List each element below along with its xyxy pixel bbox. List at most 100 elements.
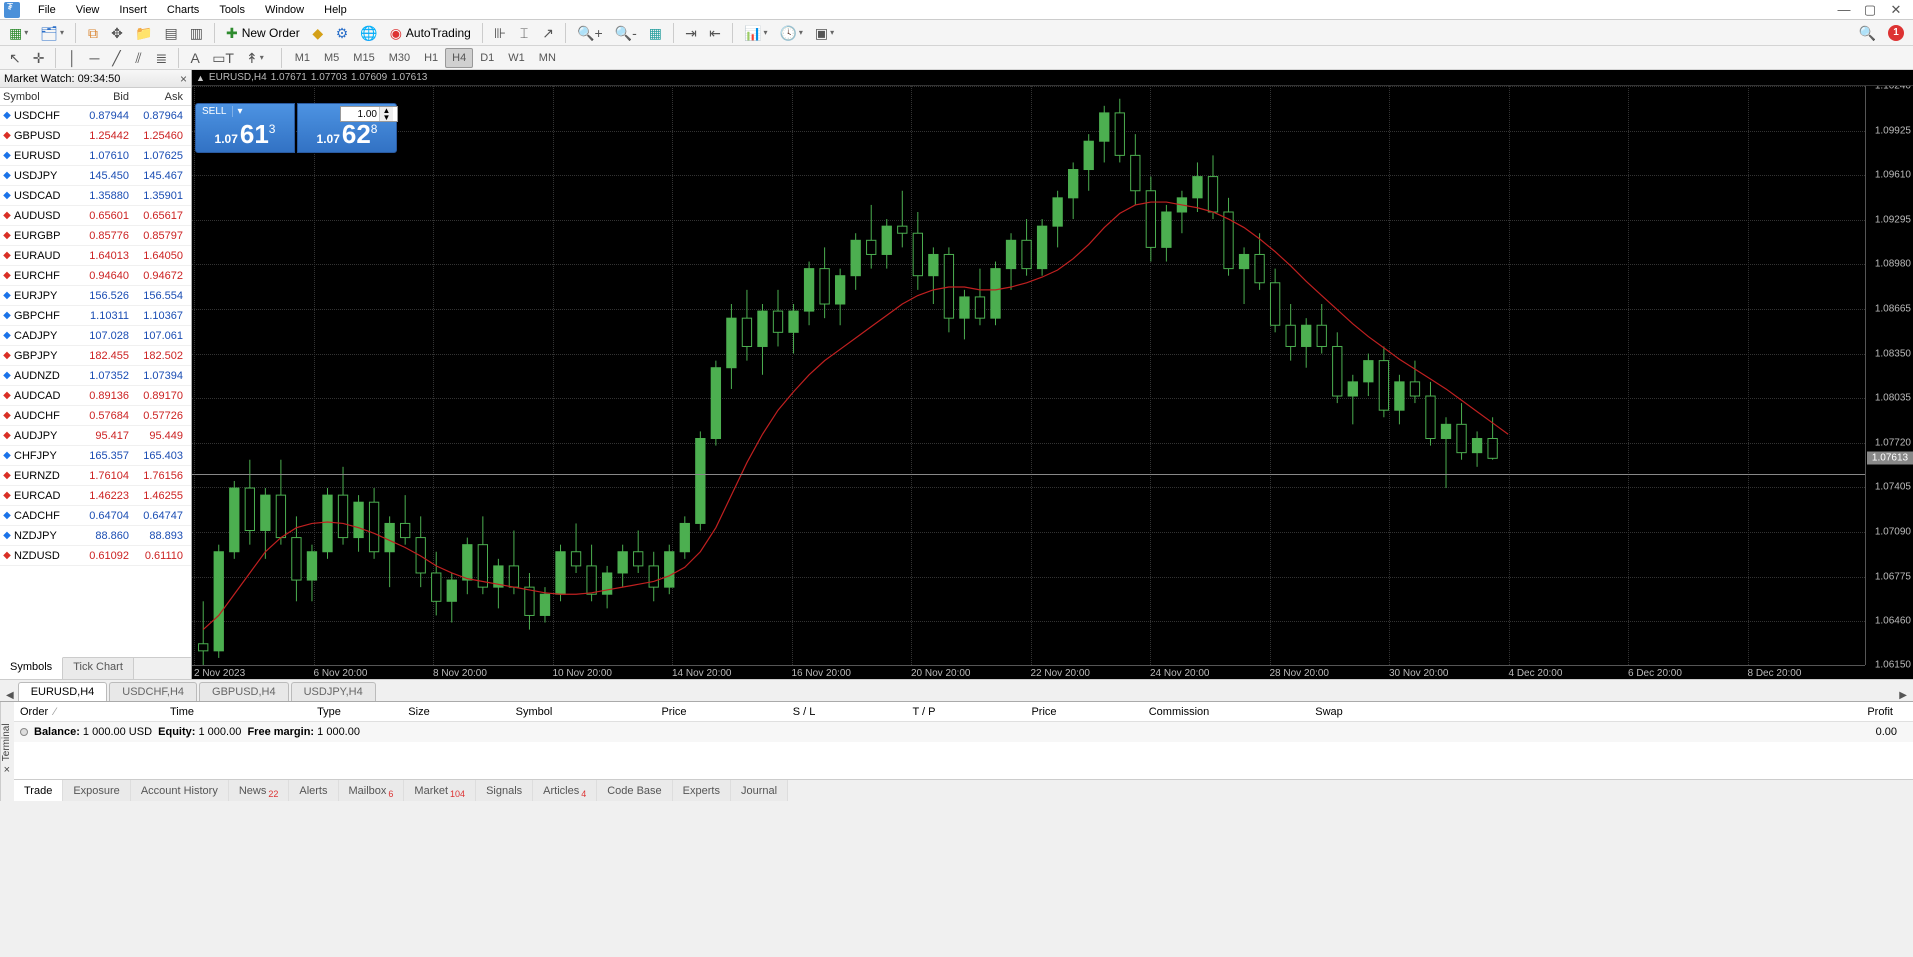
new-chart-button[interactable]: ▦▾ (4, 22, 33, 44)
refresh-button[interactable]: 🌐 (355, 22, 382, 44)
symbol-row-gbpchf[interactable]: ◆GBPCHF1.103111.10367 (0, 306, 191, 326)
term-col-type[interactable]: Type (284, 702, 374, 721)
symbol-row-eurusd[interactable]: ◆EURUSD1.076101.07625 (0, 146, 191, 166)
mw-tab-symbols[interactable]: Symbols (0, 657, 63, 679)
vertical-line-tool[interactable]: │ (62, 48, 82, 68)
term-tab-signals[interactable]: Signals (476, 780, 533, 801)
terminal-toggle[interactable]: ▤ (159, 22, 182, 44)
arrows-tool[interactable]: ↟▾ (241, 48, 269, 68)
term-tab-experts[interactable]: Experts (673, 780, 731, 801)
chart-body[interactable]: 1.102401.099251.096101.092951.089801.086… (192, 86, 1913, 679)
term-col-size[interactable]: Size (374, 702, 464, 721)
menu-help[interactable]: Help (314, 2, 357, 18)
terminal-header[interactable]: Order ⁄TimeTypeSizeSymbolPriceS / LT / P… (14, 702, 1913, 722)
close-button[interactable]: ✕ (1883, 1, 1909, 19)
notifications-button[interactable]: 1 (1883, 22, 1909, 44)
crosshair-tool[interactable]: ✛ (28, 48, 50, 68)
market-watch-close[interactable]: × (180, 72, 187, 86)
navigator-toggle[interactable]: 📁 (130, 22, 157, 44)
tile-windows-button[interactable]: ▦ (644, 22, 667, 44)
symbol-row-audchf[interactable]: ◆AUDCHF0.576840.57726 (0, 406, 191, 426)
zoom-in-button[interactable]: 🔍+ (572, 22, 608, 44)
auto-scroll-button[interactable]: ⇥ (680, 22, 702, 44)
menu-file[interactable]: File (28, 2, 66, 18)
metaeditor-button[interactable]: ◆ (307, 22, 329, 44)
symbol-row-eurchf[interactable]: ◆EURCHF0.946400.94672 (0, 266, 191, 286)
symbol-row-eurnzd[interactable]: ◆EURNZD1.761041.76156 (0, 466, 191, 486)
text-label-tool[interactable]: ▭T (207, 48, 239, 68)
symbol-row-audcad[interactable]: ◆AUDCAD0.891360.89170 (0, 386, 191, 406)
symbol-row-cadchf[interactable]: ◆CADCHF0.647040.64747 (0, 506, 191, 526)
chart-tab-eurusd-h4[interactable]: EURUSD,H4 (18, 682, 108, 701)
symbol-row-usdcad[interactable]: ◆USDCAD1.358801.35901 (0, 186, 191, 206)
market-watch-header[interactable]: Symbol Bid Ask (0, 88, 191, 106)
term-col-order[interactable]: Order ⁄ (14, 702, 164, 721)
symbol-row-audjpy[interactable]: ◆AUDJPY95.41795.449 (0, 426, 191, 446)
menu-tools[interactable]: Tools (209, 2, 255, 18)
profiles-button[interactable]: 🗂▾ (35, 22, 69, 44)
timeframe-w1[interactable]: W1 (501, 48, 532, 68)
options-button[interactable]: ⚙ (331, 22, 354, 44)
periods-button[interactable]: 🕓▾ (774, 22, 807, 44)
symbol-row-eurgbp[interactable]: ◆EURGBP0.857760.85797 (0, 226, 191, 246)
chart-tab-usdjpy-h4[interactable]: USDJPY,H4 (291, 682, 376, 701)
symbol-row-nzdjpy[interactable]: ◆NZDJPY88.86088.893 (0, 526, 191, 546)
term-tab-alerts[interactable]: Alerts (289, 780, 338, 801)
indicators-button[interactable]: 📊▾ (739, 22, 772, 44)
symbol-row-gbpjpy[interactable]: ◆GBPJPY182.455182.502 (0, 346, 191, 366)
volume-input[interactable]: ▲▼ (340, 106, 398, 122)
cursor-tool[interactable]: ↖ (4, 48, 26, 68)
timeframe-h4[interactable]: H4 (445, 48, 473, 68)
timeframe-m15[interactable]: M15 (346, 48, 381, 68)
col-ask[interactable]: Ask (132, 88, 186, 105)
zoom-out-button[interactable]: 🔍- (610, 22, 642, 44)
col-bid[interactable]: Bid (78, 88, 132, 105)
term-col-profit[interactable]: Profit (1861, 702, 1913, 721)
chart-tab-gbpusd-h4[interactable]: GBPUSD,H4 (199, 682, 289, 701)
symbol-row-audnzd[interactable]: ◆AUDNZD1.073521.07394 (0, 366, 191, 386)
strategy-tester-toggle[interactable]: ▥ (185, 22, 208, 44)
symbol-row-euraud[interactable]: ◆EURAUD1.640131.64050 (0, 246, 191, 266)
channel-tool[interactable]: ⫽ (128, 48, 148, 68)
chart-tab-nav-left[interactable]: ◀ (2, 690, 18, 701)
timeframe-m5[interactable]: M5 (317, 48, 346, 68)
market-watch-toggle[interactable]: ⧉ (82, 22, 104, 44)
menu-view[interactable]: View (66, 2, 110, 18)
trendline-tool[interactable]: ╱ (106, 48, 126, 68)
term-col-tp[interactable]: T / P (864, 702, 984, 721)
term-tab-trade[interactable]: Trade (14, 780, 63, 801)
chart-restore-icon[interactable]: ▲ (196, 73, 205, 83)
symbol-row-usdjpy[interactable]: ◆USDJPY145.450145.467 (0, 166, 191, 186)
term-col-price[interactable]: Price (604, 702, 744, 721)
symbol-row-usdchf[interactable]: ◆USDCHF0.879440.87964 (0, 106, 191, 126)
line-chart-button[interactable]: ↗ (537, 22, 559, 44)
term-tab-news[interactable]: News22 (229, 780, 290, 801)
bar-chart-button[interactable]: ⊪ (489, 22, 511, 44)
symbol-row-nzdusd[interactable]: ◆NZDUSD0.610920.61110 (0, 546, 191, 566)
term-tab-code-base[interactable]: Code Base (597, 780, 672, 801)
timeframe-mn[interactable]: MN (532, 48, 563, 68)
term-tab-account-history[interactable]: Account History (131, 780, 229, 801)
search-button[interactable]: 🔍 (1854, 22, 1881, 44)
term-tab-exposure[interactable]: Exposure (63, 780, 130, 801)
timeframe-h1[interactable]: H1 (417, 48, 445, 68)
sell-button[interactable]: SELL▾ 1.07613 (195, 103, 295, 153)
menu-charts[interactable]: Charts (157, 2, 209, 18)
term-tab-journal[interactable]: Journal (731, 780, 788, 801)
term-col-symbol[interactable]: Symbol (464, 702, 604, 721)
symbol-row-eurjpy[interactable]: ◆EURJPY156.526156.554 (0, 286, 191, 306)
maximize-button[interactable]: ▢ (1857, 1, 1883, 19)
menu-insert[interactable]: Insert (109, 2, 157, 18)
symbol-row-cadjpy[interactable]: ◆CADJPY107.028107.061 (0, 326, 191, 346)
timeframe-d1[interactable]: D1 (473, 48, 501, 68)
new-order-button[interactable]: ✚New Order (221, 22, 305, 44)
term-tab-market[interactable]: Market104 (404, 780, 476, 801)
timeframe-m1[interactable]: M1 (288, 48, 317, 68)
term-col-swap[interactable]: Swap (1254, 702, 1404, 721)
menu-window[interactable]: Window (255, 2, 314, 18)
term-tab-articles[interactable]: Articles4 (533, 780, 597, 801)
terminal-close[interactable]: × (4, 764, 10, 776)
text-tool[interactable]: A (185, 48, 205, 68)
term-tab-mailbox[interactable]: Mailbox6 (339, 780, 405, 801)
chart-tab-usdchf-h4[interactable]: USDCHF,H4 (109, 682, 197, 701)
